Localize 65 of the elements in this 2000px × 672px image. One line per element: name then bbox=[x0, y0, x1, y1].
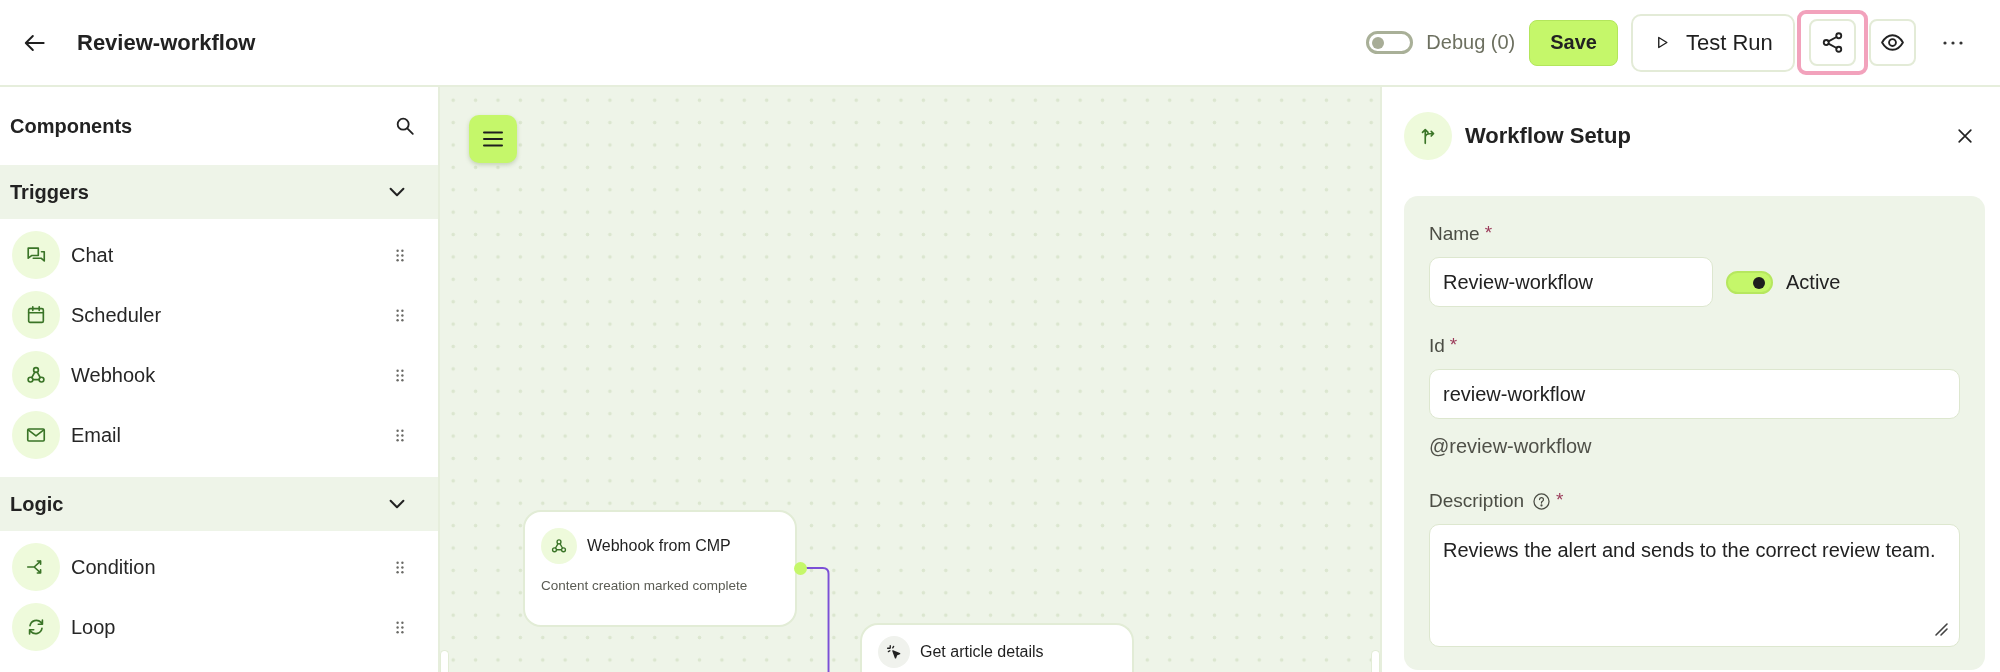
component-item[interactable]: Email bbox=[0, 405, 438, 465]
field-label: Name bbox=[1429, 223, 1480, 245]
cursor-click-icon bbox=[878, 636, 910, 668]
text-field[interactable]: review-workflow bbox=[1429, 369, 1960, 419]
field-label: Id bbox=[1429, 335, 1445, 357]
section-title: Triggers bbox=[10, 180, 89, 204]
workflow-node[interactable]: Webhook from CMP Content creation marked complete bbox=[523, 510, 797, 627]
active-toggle[interactable] bbox=[1726, 270, 1773, 294]
component-label: Condition bbox=[71, 555, 156, 579]
debug-toggle[interactable] bbox=[1366, 31, 1414, 54]
share-icon bbox=[1820, 30, 1845, 55]
drag-handle-icon[interactable] bbox=[396, 248, 404, 262]
workflow-node[interactable]: Get article details bbox=[860, 623, 1134, 672]
preview-button[interactable] bbox=[1869, 19, 1916, 66]
sidebar-title: Components bbox=[10, 114, 133, 138]
field-label: Description bbox=[1429, 490, 1525, 512]
share-button[interactable] bbox=[1809, 19, 1856, 66]
webhook-icon bbox=[12, 351, 60, 399]
chat-bubbles-icon bbox=[12, 231, 60, 279]
node-description: Content creation marked complete bbox=[541, 578, 749, 593]
resize-grip-icon[interactable] bbox=[1932, 620, 1950, 638]
help-icon[interactable] bbox=[1532, 491, 1552, 511]
drag-handle-icon[interactable] bbox=[396, 308, 404, 322]
component-label: Webhook bbox=[71, 363, 156, 387]
play-icon bbox=[1655, 35, 1670, 50]
component-label: Loop bbox=[71, 615, 116, 639]
required-mark: * bbox=[1556, 489, 1564, 511]
component-item[interactable]: Webhook bbox=[0, 345, 438, 405]
panel-title: Workflow Setup bbox=[1465, 123, 1631, 149]
resize-handle[interactable] bbox=[440, 650, 449, 672]
section-header[interactable]: Logic bbox=[0, 477, 438, 531]
component-item[interactable]: Chat bbox=[0, 225, 438, 285]
section-header[interactable]: Triggers bbox=[0, 165, 438, 219]
drag-handle-icon[interactable] bbox=[396, 368, 404, 382]
drag-handle-icon[interactable] bbox=[396, 560, 404, 574]
component-label: Scheduler bbox=[71, 303, 162, 327]
test-run-button[interactable]: Test Run bbox=[1631, 13, 1795, 72]
node-title: Webhook from CMP bbox=[587, 537, 731, 555]
drag-handle-icon[interactable] bbox=[396, 620, 404, 634]
loop-arrows-icon bbox=[12, 603, 60, 651]
component-item[interactable]: Scheduler bbox=[0, 285, 438, 345]
workflow-title: Review-workflow bbox=[77, 29, 256, 56]
field-hint: @review-workflow bbox=[1429, 435, 1593, 458]
component-item[interactable]: Condition bbox=[0, 537, 438, 597]
component-item[interactable]: Loop bbox=[0, 597, 438, 657]
component-label: Chat bbox=[71, 243, 114, 267]
close-icon[interactable] bbox=[1955, 126, 1975, 146]
toggle-label: Active bbox=[1786, 270, 1841, 294]
search-icon[interactable] bbox=[394, 115, 416, 137]
canvas-menu-button[interactable] bbox=[469, 115, 517, 163]
save-button[interactable]: Save bbox=[1529, 19, 1618, 66]
required-mark: * bbox=[1449, 334, 1458, 356]
drag-handle-icon[interactable] bbox=[396, 428, 404, 442]
node-title: Get article details bbox=[920, 643, 1044, 661]
text-field[interactable]: Review-workflow bbox=[1429, 257, 1713, 307]
description-field[interactable]: Reviews the alert and sends to the correct review team. bbox=[1429, 524, 1960, 647]
component-label: Email bbox=[71, 423, 121, 447]
calendar-icon bbox=[12, 291, 60, 339]
split-arrows-icon bbox=[12, 543, 60, 591]
required-mark: * bbox=[1484, 222, 1493, 244]
debug-label: Debug (0) bbox=[1426, 31, 1516, 54]
envelope-icon bbox=[12, 411, 60, 459]
webhook-icon bbox=[541, 528, 577, 564]
field-value: Reviews the alert and sends to the correct review team. bbox=[1443, 539, 1936, 561]
section-title: Logic bbox=[10, 492, 64, 516]
